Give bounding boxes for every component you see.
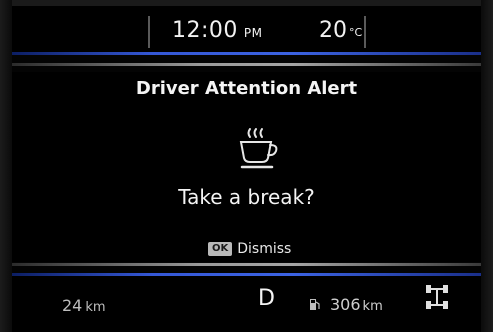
bezel-left — [0, 0, 12, 332]
trip-distance-unit: km — [85, 300, 106, 315]
gear-indicator: D — [258, 286, 275, 311]
all-wheel-drive-icon — [426, 285, 448, 309]
alert-message: Take a break? — [178, 185, 315, 209]
coffee-cup-icon — [239, 128, 278, 169]
fuel-pump-icon — [310, 299, 320, 310]
clock-ampm: PM — [243, 26, 263, 40]
fuel-range-unit: km — [362, 299, 383, 314]
bottom-info-bar: 24 km D 306 km — [12, 276, 481, 332]
ok-badge: OK — [208, 242, 233, 256]
top-blue-divider — [12, 52, 481, 55]
dismiss-button[interactable]: OK Dismiss — [208, 240, 291, 258]
fuel-range-value: 306 — [330, 295, 361, 314]
instrument-display: 12:00 PM 20 °C Driver Attention Alert Take… — [0, 0, 493, 332]
status-bar: 12:00 PM 20 °C — [12, 6, 481, 52]
fuel-range: 306 km — [330, 295, 383, 314]
top-grey-divider — [12, 63, 481, 66]
trip-distance: 24 km — [62, 296, 106, 315]
dismiss-label: Dismiss — [237, 241, 292, 257]
temperature-unit: °C — [349, 26, 363, 39]
outside-temperature: 20 °C — [319, 18, 362, 43]
status-divider — [364, 16, 366, 48]
clock-time: 12:00 — [172, 18, 238, 43]
bottom-grey-divider — [12, 263, 481, 266]
attention-alert-panel: Driver Attention Alert Take a break? OK … — [12, 72, 481, 262]
trip-distance-value: 24 — [62, 296, 83, 315]
status-divider — [148, 16, 150, 48]
alert-title: Driver Attention Alert — [135, 78, 358, 99]
bezel-right — [481, 0, 493, 332]
clock: 12:00 PM — [172, 18, 263, 43]
temperature-value: 20 — [319, 18, 347, 43]
